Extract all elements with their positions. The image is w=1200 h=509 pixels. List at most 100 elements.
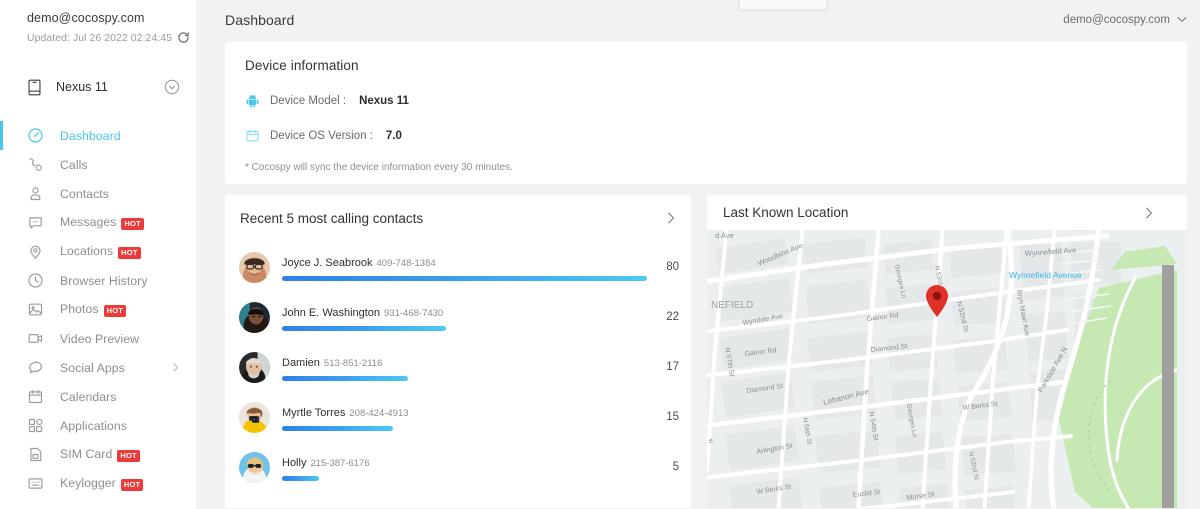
call-count-bar-track	[282, 276, 647, 281]
list-item[interactable]: Myrtle Torres 208-424-4913 15	[225, 392, 691, 442]
sidebar-item-video-preview[interactable]: Video Preview	[0, 324, 196, 353]
apps-grid-icon	[28, 418, 43, 433]
floating-panel[interactable]	[739, 0, 827, 10]
chevron-down-icon[interactable]	[1177, 16, 1187, 23]
call-count-bar	[282, 426, 394, 431]
call-count-bar	[282, 376, 408, 381]
last-known-location-header: Last Known Location	[707, 195, 1187, 230]
map-marker-icon[interactable]	[925, 285, 949, 322]
device-selector[interactable]: Nexus 11	[0, 67, 196, 107]
account-menu[interactable]: demo@cocospy.com	[1063, 14, 1187, 26]
sidebar-item-dashboard[interactable]: Dashboard	[0, 121, 196, 150]
contact-name: Myrtle Torres	[282, 407, 346, 419]
call-count-bar	[282, 276, 647, 281]
app-root: demo@cocospy.com Updated: Jul 26 2022 02…	[0, 0, 1200, 509]
keyboard-icon	[28, 478, 43, 489]
recent-calling-contacts-header: Recent 5 most calling contacts	[225, 199, 691, 237]
clock-icon	[28, 273, 43, 288]
sidebar-item-label: Browser History	[60, 273, 148, 288]
contact-call-count: 17	[666, 361, 679, 373]
recent-calling-contacts-card: Recent 5 most calling contacts Joyce J. …	[225, 195, 691, 508]
main-content: Dashboard demo@cocospy.com Device inform…	[196, 0, 1200, 509]
list-item[interactable]: Damien 513-851-2116 17	[225, 342, 691, 392]
device-sync-note: * Cocospy will sync the device informati…	[245, 162, 513, 173]
contact-call-count: 5	[672, 461, 679, 473]
sidebar-item-social-apps[interactable]: Social Apps	[0, 353, 196, 382]
page-title: Dashboard	[225, 11, 295, 28]
map-scrollbar-thumb[interactable]	[1162, 265, 1174, 508]
call-count-bar-track	[282, 326, 647, 331]
list-item[interactable]: Holly 215-387-6176 5	[225, 442, 691, 492]
hot-badge: HOT	[103, 304, 127, 317]
calendar-icon	[28, 389, 43, 404]
call-count-bar	[282, 326, 447, 331]
device-os-value: 7.0	[385, 129, 402, 142]
chat-bubble-icon	[29, 361, 42, 374]
dashboard-bottom-row: Recent 5 most calling contacts Joyce J. …	[225, 195, 1187, 508]
video-camera-icon	[28, 334, 43, 343]
sidebar-item-messages[interactable]: Messages HOT	[0, 208, 196, 237]
device-os-row: Device OS Version : 7.0	[245, 128, 1167, 143]
map-canvas[interactable]: d AveWoodbine AveGeorges Ln N 53rd StWynn…	[707, 230, 1177, 508]
map-scrollbar-track[interactable]	[1162, 265, 1174, 508]
chevron-right-icon[interactable]	[171, 363, 180, 372]
sidebar-account-block: demo@cocospy.com Updated: Jul 26 2022 02…	[0, 0, 196, 44]
chevron-right-icon[interactable]	[666, 211, 675, 225]
sidebar-item-label: Applications	[60, 418, 127, 433]
call-count-bar-track	[282, 376, 647, 381]
calendar-icon	[246, 129, 259, 142]
list-item[interactable]: Joyce J. Seabrook 409-748-1384 80	[225, 242, 691, 292]
device-model-label: Device Model :	[270, 94, 347, 107]
recent-calling-contacts-title: Recent 5 most calling contacts	[240, 210, 424, 226]
sidebar-updated-text: Updated: Jul 26 2022 02:24:45	[27, 31, 173, 44]
chevron-down-circle-icon[interactable]	[164, 79, 180, 95]
list-item[interactable]: John E. Washington 931-468-7430 22	[225, 292, 691, 342]
device-os-label: Device OS Version :	[270, 129, 373, 142]
contact-call-count: 15	[666, 411, 679, 423]
sidebar-item-browser-history[interactable]: Browser History	[0, 266, 196, 295]
contact-phone: 931-468-7430	[384, 308, 444, 319]
contact-name: Holly	[282, 457, 307, 469]
call-count-bar-track	[282, 426, 647, 431]
hot-badge: HOT	[118, 246, 141, 259]
sidebar: demo@cocospy.com Updated: Jul 26 2022 02…	[0, 0, 196, 509]
hot-badge: HOT	[121, 217, 144, 230]
contact-phone: 409-748-1384	[376, 258, 436, 269]
sidebar-item-applications[interactable]: Applications	[0, 411, 196, 440]
dashboard-icon	[28, 128, 43, 143]
sidebar-item-label: Messages	[60, 215, 117, 229]
map-street-label: d Ave	[715, 231, 734, 240]
sidebar-item-sim-card[interactable]: SIM Card HOT	[0, 440, 196, 469]
map-street-label: Wynnefield Avenue	[1009, 270, 1082, 280]
refresh-icon[interactable]	[177, 31, 190, 44]
map-street-label: e	[709, 438, 713, 445]
sidebar-item-label: Contacts	[60, 186, 109, 201]
call-count-bar-track	[282, 476, 647, 481]
sidebar-item-photos[interactable]: Photos HOT	[0, 295, 196, 324]
sidebar-item-label: Photos	[60, 302, 99, 316]
topbar-account-email: demo@cocospy.com	[1063, 13, 1170, 26]
map-viewport[interactable]: d Ave Woodbine Ave Georges Ln N 53rd St Wynn…	[707, 230, 1187, 508]
chevron-right-icon[interactable]	[1144, 206, 1153, 220]
device-model-value: Nexus 11	[359, 94, 409, 107]
hot-badge: HOT	[120, 478, 144, 491]
sidebar-item-locations[interactable]: Locations HOT	[0, 237, 196, 266]
sidebar-item-label: Dashboard	[60, 128, 121, 143]
map-street-label: NEFIELD	[711, 300, 753, 311]
avatar	[239, 351, 270, 383]
sidebar-item-calls[interactable]: Calls	[0, 150, 196, 179]
last-known-location-title: Last Known Location	[723, 205, 849, 220]
sidebar-item-label: Calendars	[60, 389, 117, 404]
photo-image-icon	[28, 303, 43, 316]
last-known-location-card: Last Known Location d Ave Woodbine Ave G…	[707, 195, 1187, 508]
sidebar-item-label: Calls	[60, 157, 88, 172]
sidebar-item-contacts[interactable]: ContactsHOT	[0, 179, 196, 208]
contact-phone: 513-851-2116	[323, 358, 383, 369]
location-pin-icon	[30, 245, 41, 259]
phone-call-icon	[29, 158, 42, 171]
sidebar-item-keylogger[interactable]: Keylogger HOT	[0, 469, 196, 498]
android-robot-icon	[246, 94, 259, 108]
sidebar-item-calendars[interactable]: Calendars	[0, 382, 196, 411]
contact-phone: 215-387-6176	[310, 458, 370, 469]
contacts-list: Joyce J. Seabrook 409-748-1384 80 John E…	[225, 237, 691, 492]
